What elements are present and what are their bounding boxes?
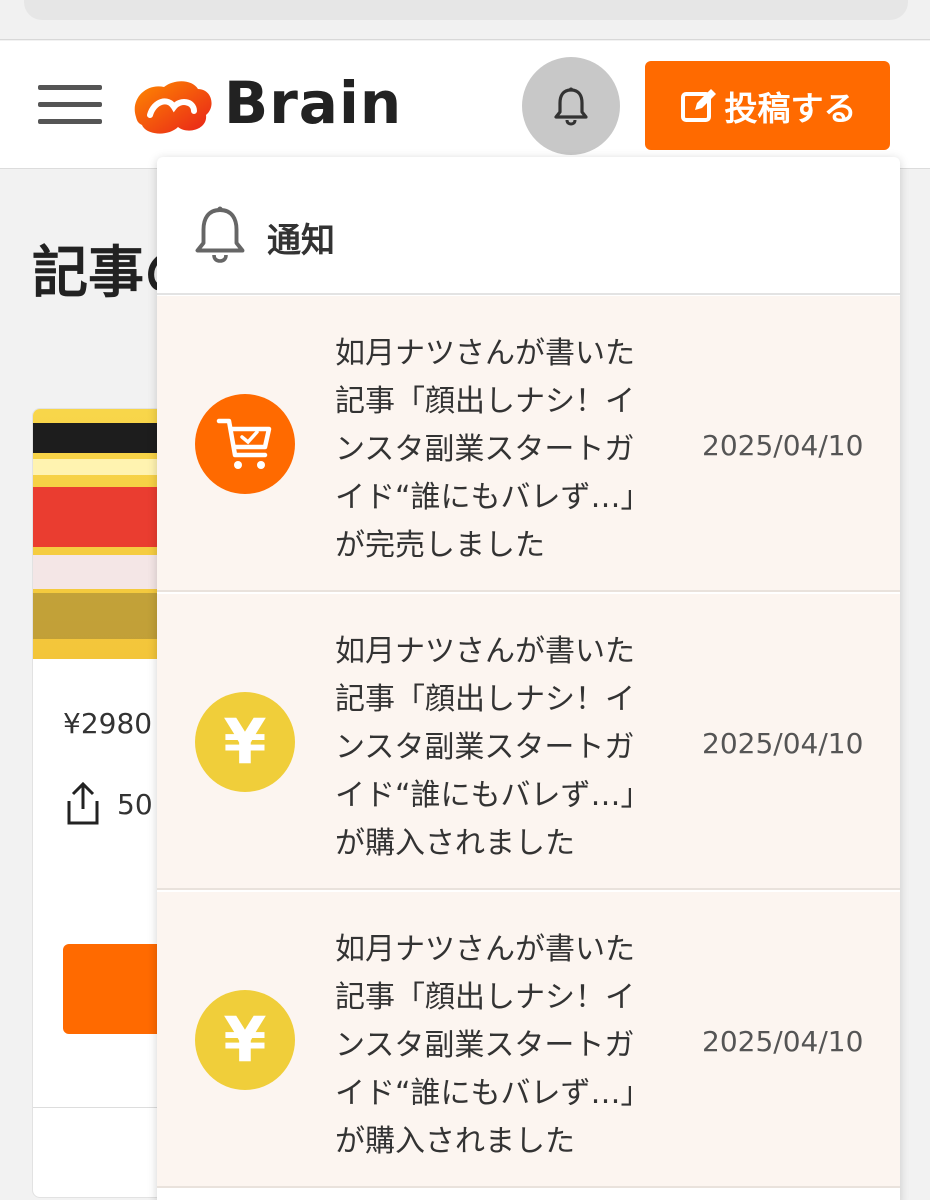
notification-message: 如月ナツさんが書いた 記事「顔出しナシ！イ ンスタ副業スタートガ イド“誰にもバ… — [335, 628, 675, 868]
post-button-label: 投稿する — [724, 88, 857, 128]
message-line: 如月ナツさんが書いた — [335, 634, 635, 669]
share-count: 50 — [117, 787, 153, 821]
message-line: イド“誰にもバレず…」 — [335, 1076, 651, 1111]
brain-logo[interactable]: Brain — [128, 69, 418, 137]
message-line: ンスタ副業スタートガ — [335, 730, 635, 765]
share-row[interactable]: 50 — [63, 781, 153, 827]
notification-dropdown: 通知 如月ナツさんが書いた 記事「顔出しナシ！イ ンスタ副業スタートガ イド“誰… — [157, 157, 900, 1200]
message-line: 記事「顔出しナシ！イ — [335, 384, 635, 419]
article-price: ¥2980 — [63, 707, 153, 740]
share-icon[interactable] — [63, 781, 103, 827]
message-line: イド“誰にもバレず…」 — [335, 778, 651, 813]
bell-icon — [195, 206, 245, 263]
cart-icon — [195, 394, 295, 494]
message-line: 如月ナツさんが書いた — [335, 336, 635, 371]
message-line: イド“誰にもバレず…」 — [335, 480, 651, 515]
bell-icon — [554, 87, 588, 126]
notification-item[interactable]: ¥ 如月ナツさんが書いた 記事「顔出しナシ！イ ンスタ副業スタートガ イド“誰に… — [157, 594, 900, 890]
post-button[interactable]: 投稿する — [645, 61, 890, 150]
message-line: ンスタ副業スタートガ — [335, 432, 635, 467]
message-line: 記事「顔出しナシ！イ — [335, 980, 635, 1015]
notification-item[interactable]: 如月ナツさんが書いた 記事「顔出しナシ！イ ンスタ副業スタートガ イド“誰にもバ… — [157, 296, 900, 592]
address-bar[interactable] — [24, 0, 908, 20]
yen-icon: ¥ — [195, 990, 295, 1090]
brain-logo-mark — [134, 81, 212, 134]
message-line: が購入されました — [335, 826, 575, 861]
notification-date: 2025/04/10 — [702, 727, 864, 760]
yen-glyph: ¥ — [223, 705, 267, 778]
message-line: 記事「顔出しナシ！イ — [335, 682, 635, 717]
notification-message: 如月ナツさんが書いた 記事「顔出しナシ！イ ンスタ副業スタートガ イド“誰にもバ… — [335, 926, 675, 1166]
browser-chrome — [0, 0, 930, 40]
yen-glyph: ¥ — [223, 1003, 267, 1076]
message-line: ンスタ副業スタートガ — [335, 1028, 635, 1063]
notification-header: 通知 — [157, 157, 900, 295]
site-header: Brain 投稿する — [0, 41, 930, 169]
yen-icon: ¥ — [195, 692, 295, 792]
notification-message: 如月ナツさんが書いた 記事「顔出しナシ！イ ンスタ副業スタートガ イド“誰にもバ… — [335, 330, 675, 570]
edit-icon — [680, 88, 716, 122]
notification-date: 2025/04/10 — [702, 429, 864, 462]
message-line: 如月ナツさんが書いた — [335, 932, 635, 967]
logo-text: Brain — [224, 69, 403, 137]
message-line: が完売しました — [335, 528, 545, 563]
menu-icon[interactable] — [38, 83, 102, 127]
notification-bell-button[interactable] — [522, 57, 620, 155]
notification-item[interactable]: ¥ 如月ナツさんが書いた 記事「顔出しナシ！イ ンスタ副業スタートガ イド“誰に… — [157, 892, 900, 1188]
notification-date: 2025/04/10 — [702, 1025, 864, 1058]
message-line: が購入されました — [335, 1124, 575, 1159]
notification-title: 通知 — [267, 221, 335, 261]
